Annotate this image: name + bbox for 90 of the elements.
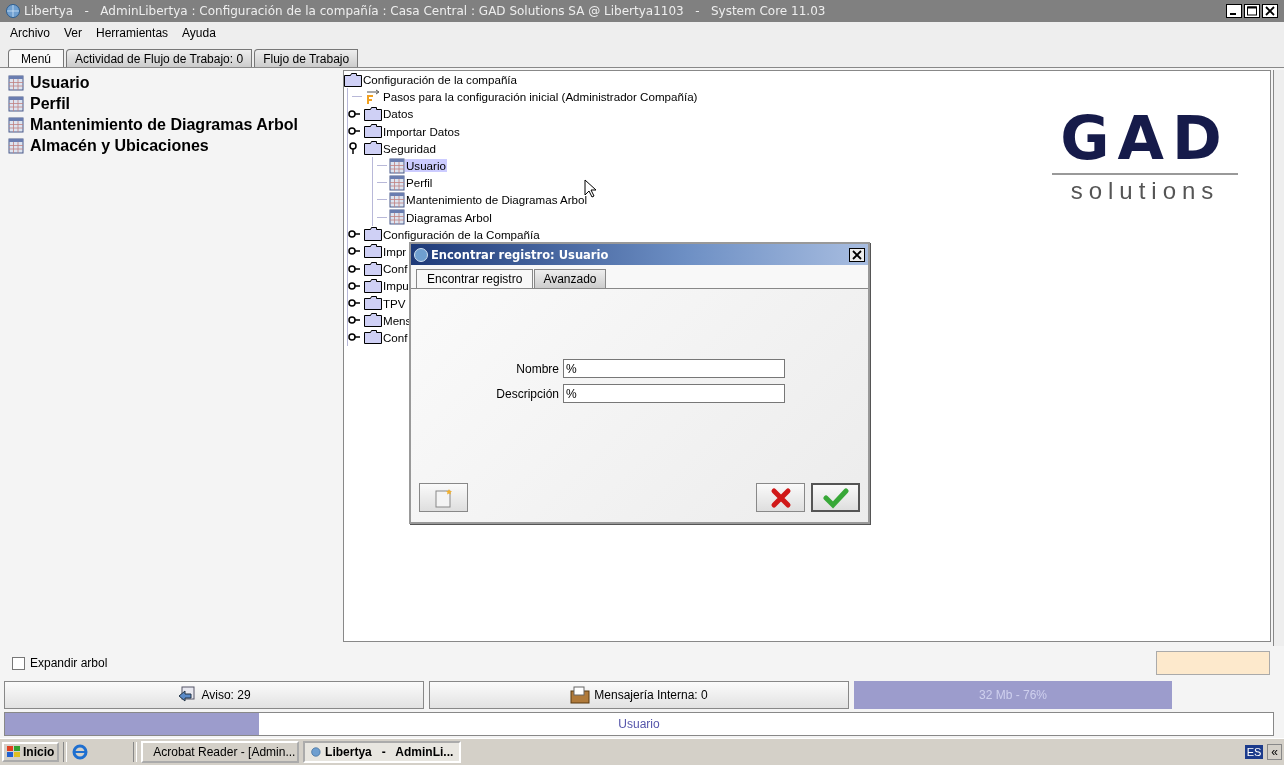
tree-item[interactable]: Impu bbox=[382, 279, 410, 293]
taskbar-button[interactable]: Libertya - AdminLi... bbox=[303, 741, 462, 763]
tab[interactable]: Encontrar registro bbox=[416, 269, 534, 288]
globe-icon bbox=[6, 4, 20, 18]
check-icon bbox=[822, 486, 849, 509]
tree-item[interactable]: Impr bbox=[382, 244, 408, 258]
collapsed-toggle-icon[interactable] bbox=[348, 107, 360, 120]
tree-item[interactable]: Mantenimiento de Diagramas Arbol bbox=[405, 193, 589, 207]
tree-item[interactable]: Conf bbox=[382, 330, 409, 344]
tree-item[interactable]: Importar Datos bbox=[382, 124, 461, 138]
table-icon bbox=[8, 116, 24, 133]
collapsed-toggle-icon[interactable] bbox=[348, 331, 360, 344]
table-icon bbox=[8, 137, 24, 154]
menu-item[interactable]: Herramientas bbox=[96, 26, 169, 40]
tree-item[interactable]: Datos bbox=[382, 107, 415, 121]
notices-button[interactable]: Aviso: 29 bbox=[4, 681, 424, 709]
favorite-item[interactable]: Almacén y Ubicaciones bbox=[30, 136, 209, 155]
table-icon bbox=[389, 157, 405, 174]
globe-icon bbox=[311, 744, 322, 760]
table-icon bbox=[389, 174, 405, 191]
table-icon bbox=[8, 95, 24, 112]
language-indicator[interactable]: ES bbox=[1244, 745, 1264, 759]
input-field[interactable]: % bbox=[563, 384, 785, 403]
collapsed-toggle-icon[interactable] bbox=[348, 314, 360, 327]
flag-icon bbox=[7, 746, 21, 758]
tab[interactable]: Flujo de Trabajo bbox=[254, 49, 359, 67]
folder-icon bbox=[364, 106, 382, 121]
folder-icon bbox=[364, 313, 382, 328]
folder-icon bbox=[364, 296, 382, 311]
menu-item[interactable]: Ver bbox=[64, 26, 83, 40]
folder-icon bbox=[364, 330, 382, 345]
table-icon bbox=[8, 74, 24, 91]
menu-item[interactable]: Ayuda bbox=[182, 26, 216, 40]
table-icon bbox=[389, 209, 405, 226]
favorite-item[interactable]: Mantenimiento de Diagramas Arbol bbox=[30, 115, 298, 134]
tree-item[interactable]: Diagramas Arbol bbox=[405, 210, 493, 224]
tab[interactable]: Avanzado bbox=[534, 269, 606, 288]
folder-icon bbox=[364, 244, 382, 259]
field-label: Nombre bbox=[515, 361, 559, 376]
tab[interactable]: Menú bbox=[8, 49, 65, 67]
tree-item[interactable]: Configuración de la compañía bbox=[362, 73, 519, 87]
folder-icon bbox=[364, 261, 382, 276]
box-icon bbox=[570, 686, 591, 704]
start-button[interactable]: Inicio bbox=[2, 742, 60, 762]
collapsed-toggle-icon[interactable] bbox=[348, 228, 360, 241]
close-icon[interactable] bbox=[849, 247, 865, 262]
collapsed-toggle-icon[interactable] bbox=[348, 262, 360, 275]
tray-expand-button[interactable]: « bbox=[1267, 744, 1282, 760]
folder-icon bbox=[364, 227, 382, 242]
logo: GAD solutions bbox=[1050, 105, 1240, 205]
workflow-icon bbox=[364, 88, 382, 105]
folder-icon bbox=[364, 278, 382, 293]
expand-tree-checkbox[interactable]: Expandir arbol bbox=[12, 656, 108, 670]
favorite-item[interactable]: Perfil bbox=[30, 94, 70, 113]
collapsed-toggle-icon[interactable] bbox=[348, 125, 360, 138]
window-title: Libertya - AdminLibertya : Configuración de la compañía : Casa Central : GAD Solutions SA @ Libertya1103 - System Core 11.03 bbox=[24, 4, 826, 18]
collapsed-toggle-icon[interactable] bbox=[348, 245, 360, 258]
folder-icon bbox=[344, 72, 362, 87]
maximize-icon[interactable] bbox=[1244, 4, 1260, 18]
messages-button[interactable]: Mensajería Interna: 0 bbox=[429, 681, 849, 709]
close-icon[interactable] bbox=[1262, 4, 1278, 18]
tab[interactable]: Actividad de Flujo de Trabajo: 0 bbox=[66, 49, 253, 67]
tree-item[interactable]: Pasos para la configuración inicial (Administrador Compañía) bbox=[382, 90, 699, 104]
browser-icon[interactable] bbox=[71, 743, 90, 761]
ok-button[interactable] bbox=[811, 483, 860, 512]
folder-icon bbox=[364, 141, 382, 156]
folder-icon bbox=[364, 124, 382, 139]
favorite-item[interactable]: Usuario bbox=[30, 73, 90, 92]
table-icon bbox=[389, 191, 405, 208]
field-label: Descripción bbox=[495, 386, 559, 401]
tree-item[interactable]: Usuario bbox=[405, 159, 447, 173]
tree-item[interactable]: Seguridad bbox=[382, 141, 437, 155]
arrow-icon bbox=[177, 686, 198, 704]
input-field[interactable]: % bbox=[563, 359, 785, 378]
new-button[interactable] bbox=[419, 483, 468, 512]
cancel-button[interactable] bbox=[756, 483, 805, 512]
menu-item[interactable]: Archivo bbox=[10, 26, 50, 40]
expanded-toggle-icon[interactable] bbox=[348, 142, 360, 155]
dialog-title: Encontrar registro: Usuario bbox=[431, 247, 609, 262]
tree-item[interactable]: Perfil bbox=[405, 176, 434, 190]
collapsed-toggle-icon[interactable] bbox=[348, 279, 360, 292]
tree-item[interactable]: TPV bbox=[382, 296, 407, 310]
cross-icon bbox=[769, 486, 792, 509]
tree-item[interactable]: Configuración de la Compañía bbox=[382, 227, 541, 241]
progress-label: Usuario bbox=[618, 717, 660, 731]
tree-item[interactable]: Conf bbox=[382, 262, 409, 276]
globe-icon bbox=[414, 247, 428, 262]
collapsed-toggle-icon[interactable] bbox=[348, 297, 360, 310]
taskbar-button[interactable]: Acrobat Reader - [Admin... bbox=[141, 741, 300, 763]
minimize-icon[interactable] bbox=[1226, 4, 1242, 18]
